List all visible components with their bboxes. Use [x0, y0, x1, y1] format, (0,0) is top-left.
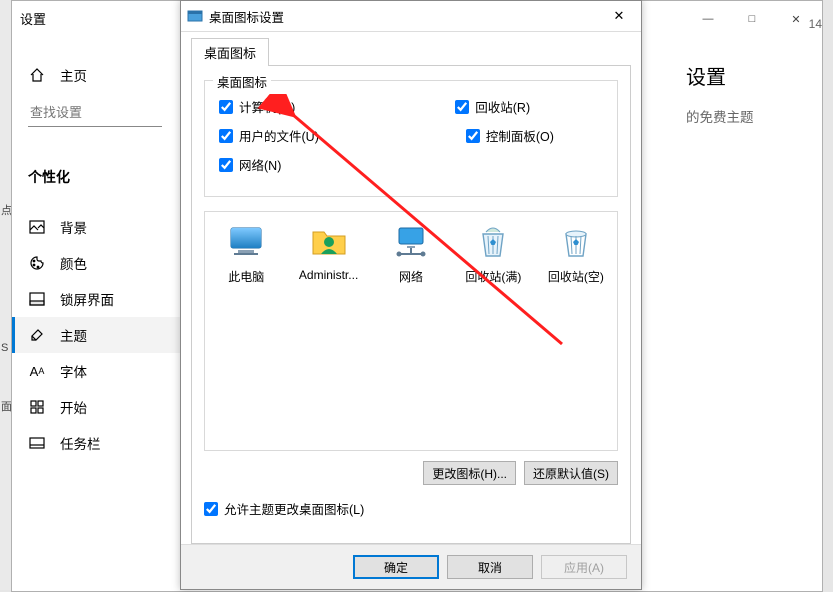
checkbox-network[interactable]: 网络(N)	[219, 155, 281, 174]
lockscreen-icon	[28, 292, 46, 306]
desktop-icon-dialog: 桌面图标设置 ✕ 桌面图标 桌面图标 计算机(M) 回收站(R)	[180, 0, 642, 590]
group-label: 桌面图标	[213, 72, 271, 91]
sidebar-category: 个性化	[12, 159, 182, 195]
sidebar-item-theme[interactable]: 主题	[12, 317, 182, 353]
change-icon-button[interactable]: 更改图标(H)...	[423, 461, 516, 485]
icon-network[interactable]: 网络	[380, 222, 442, 285]
checkbox-recyclebin-input[interactable]	[455, 100, 469, 114]
sidebar-item-color[interactable]: 颜色	[12, 245, 182, 281]
checkbox-computer-input[interactable]	[219, 100, 233, 114]
checkbox-controlpanel[interactable]: 控制面板(O)	[466, 126, 554, 145]
dialog-titlebar: 桌面图标设置 ✕	[181, 1, 641, 32]
dialog-tab-strip: 桌面图标	[181, 38, 641, 66]
checkbox-allow-theme-change[interactable]: 允许主题更改桌面图标(L)	[204, 499, 364, 518]
sidebar-item-background[interactable]: 背景	[12, 209, 182, 245]
sidebar-item-home[interactable]: 主页	[12, 57, 182, 93]
maximize-button[interactable]: □	[730, 4, 774, 34]
tab-desktop-icons[interactable]: 桌面图标	[191, 38, 269, 66]
start-icon	[28, 400, 46, 414]
group-desktop-icons: 桌面图标 计算机(M) 回收站(R) 用户的文件(U) 控制面	[204, 80, 618, 197]
dialog-button-row: 确定 取消 应用(A)	[181, 544, 641, 589]
icon-userfolder[interactable]: Administr...	[297, 222, 359, 282]
sidebar-item-label: 开始	[60, 397, 87, 417]
sidebar-category-label: 个性化	[28, 167, 70, 187]
icon-label: 网络	[399, 268, 423, 285]
monitor-icon	[226, 222, 266, 262]
font-icon: AA	[28, 364, 46, 379]
icon-label: 回收站(满)	[465, 268, 521, 285]
sidebar-item-taskbar[interactable]: 任务栏	[12, 425, 182, 461]
dialog-icon	[187, 9, 203, 23]
ok-button[interactable]: 确定	[353, 555, 439, 579]
icon-preview-box: 此电脑 Administr...	[204, 211, 618, 451]
dialog-title: 桌面图标设置	[187, 7, 284, 26]
icon-recycle-empty[interactable]: 回收站(空)	[545, 222, 607, 285]
content-sub: 的免费主题	[686, 106, 754, 126]
sidebar-item-lockscreen[interactable]: 锁屏界面	[12, 281, 182, 317]
icon-label: 此电脑	[228, 268, 264, 285]
settings-sidebar: 主页 个性化 背景	[12, 37, 182, 587]
sidebar-item-label: 锁屏界面	[60, 289, 114, 309]
taskbar-icon	[28, 437, 46, 449]
network-icon	[391, 222, 431, 262]
content-header: 设置	[686, 61, 754, 90]
checkbox-controlpanel-input[interactable]	[466, 129, 480, 143]
picture-icon	[28, 220, 46, 234]
checkbox-userfiles-input[interactable]	[219, 129, 233, 143]
sidebar-item-start[interactable]: 开始	[12, 389, 182, 425]
icon-label: Administr...	[299, 268, 358, 282]
dialog-close-button[interactable]: ✕	[597, 1, 641, 31]
theme-icon	[28, 327, 46, 343]
cancel-button[interactable]: 取消	[447, 555, 533, 579]
apply-button[interactable]: 应用(A)	[541, 555, 627, 579]
sidebar-item-label: 颜色	[60, 253, 87, 273]
checkbox-userfiles[interactable]: 用户的文件(U)	[219, 126, 319, 145]
palette-icon	[28, 255, 46, 271]
main-window-title: 设置	[20, 9, 46, 28]
dialog-tab-content: 桌面图标 计算机(M) 回收站(R) 用户的文件(U) 控制面	[191, 65, 631, 544]
checkbox-recyclebin[interactable]: 回收站(R)	[455, 97, 530, 116]
recycle-full-icon	[473, 222, 513, 262]
icon-thispc[interactable]: 此电脑	[215, 222, 277, 285]
sidebar-item-label: 背景	[60, 217, 87, 237]
side-hint: 14	[809, 17, 822, 31]
settings-content: 设置 的免费主题	[652, 37, 754, 587]
recycle-empty-icon	[556, 222, 596, 262]
checkbox-computer[interactable]: 计算机(M)	[219, 97, 295, 116]
checkbox-network-input[interactable]	[219, 158, 233, 172]
checkbox-allow-theme-change-input[interactable]	[204, 502, 218, 516]
home-icon	[28, 67, 46, 83]
minimize-button[interactable]: —	[686, 4, 730, 34]
sidebar-item-font[interactable]: AA 字体	[12, 353, 182, 389]
restore-default-button[interactable]: 还原默认值(S)	[524, 461, 618, 485]
sidebar-item-label: 主题	[60, 325, 87, 345]
icon-recycle-full[interactable]: 回收站(满)	[462, 222, 524, 285]
sidebar-item-label: 主页	[60, 65, 87, 85]
left-edge-strip: 点 S 面	[0, 0, 11, 590]
icon-label: 回收站(空)	[548, 268, 604, 285]
sidebar-item-label: 任务栏	[60, 433, 101, 453]
sidebar-item-label: 字体	[60, 361, 87, 381]
user-folder-icon	[309, 222, 349, 262]
search-input[interactable]	[28, 99, 162, 127]
